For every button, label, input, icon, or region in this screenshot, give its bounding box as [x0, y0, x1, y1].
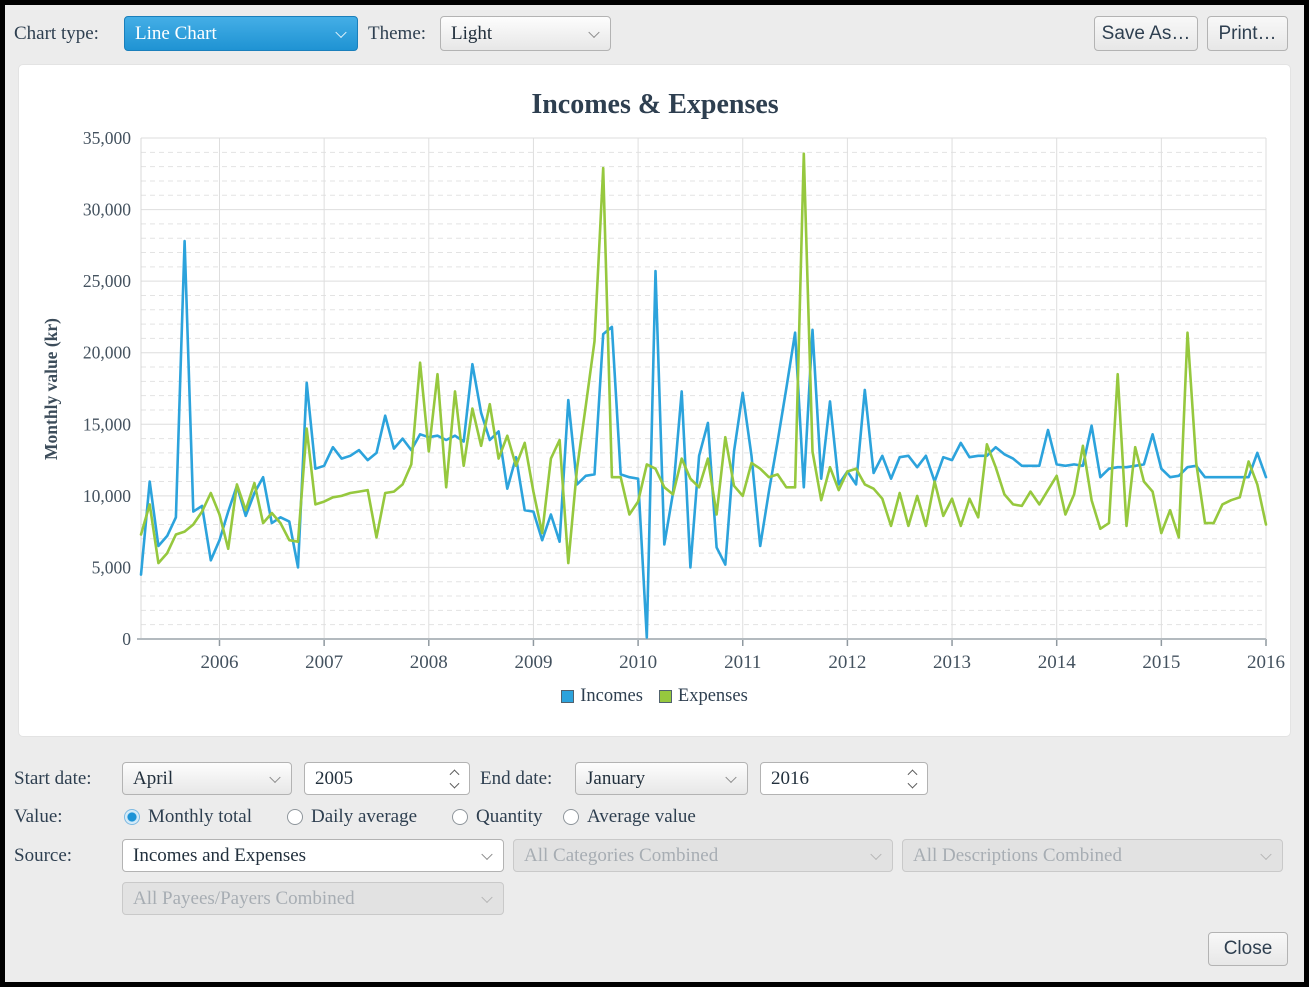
chevron-down-icon: [725, 771, 736, 782]
end-year-value: 2016: [771, 768, 809, 790]
radio-label: Quantity: [476, 806, 543, 828]
spinner-icon[interactable]: [451, 769, 458, 788]
end-month-select[interactable]: January: [575, 762, 748, 795]
y-axis-title: Monthly value (kr): [41, 318, 61, 460]
radio-daily-average[interactable]: Daily average: [287, 804, 417, 830]
chevron-down-icon: [335, 26, 346, 37]
start-month-value: April: [133, 768, 173, 790]
radio-monthly-total[interactable]: Monthly total: [124, 804, 252, 830]
start-year-value: 2005: [315, 768, 353, 790]
radio-unselected-icon: [563, 809, 579, 825]
svg-text:35,000: 35,000: [83, 128, 131, 148]
description-value: All Descriptions Combined: [913, 845, 1122, 867]
close-button[interactable]: Close: [1208, 932, 1288, 966]
radio-label: Daily average: [311, 806, 417, 828]
start-date-label: Start date:: [14, 762, 92, 795]
end-month-value: January: [586, 768, 645, 790]
start-year-input[interactable]: 2005: [304, 762, 470, 795]
chart-type-label: Chart type:: [14, 16, 99, 51]
incomes-swatch-icon: [561, 690, 574, 703]
theme-label: Theme:: [368, 16, 426, 51]
value-label: Value:: [14, 804, 63, 830]
svg-text:10,000: 10,000: [83, 486, 131, 506]
svg-text:25,000: 25,000: [83, 271, 131, 291]
legend-item-expenses: Expenses: [659, 686, 748, 707]
source-select[interactable]: Incomes and Expenses: [122, 839, 504, 872]
radio-label: Monthly total: [148, 806, 252, 828]
chevron-down-icon: [269, 771, 280, 782]
chevron-down-icon: [481, 891, 492, 902]
svg-text:2010: 2010: [619, 652, 657, 673]
svg-text:2013: 2013: [933, 652, 971, 673]
chart-panel: Incomes & Expenses Monthly value (kr) 20…: [18, 64, 1291, 737]
source-label: Source:: [14, 839, 72, 872]
chart-title: Incomes & Expenses: [531, 89, 778, 120]
legend-label-incomes: Incomes: [580, 686, 643, 707]
svg-text:15,000: 15,000: [83, 414, 131, 434]
radio-label: Average value: [587, 806, 696, 828]
radio-selected-icon: [124, 809, 140, 825]
chart-type-select[interactable]: Line Chart: [124, 16, 358, 51]
svg-text:2009: 2009: [514, 652, 552, 673]
theme-value: Light: [451, 23, 492, 45]
category-select: All Categories Combined: [513, 839, 893, 872]
svg-text:20,000: 20,000: [83, 343, 131, 363]
chart-type-value: Line Chart: [135, 23, 217, 45]
chevron-down-icon: [1260, 848, 1271, 859]
print-button[interactable]: Print…: [1207, 16, 1288, 51]
radio-unselected-icon: [452, 809, 468, 825]
svg-text:5,000: 5,000: [92, 557, 132, 577]
expenses-swatch-icon: [659, 690, 672, 703]
radio-unselected-icon: [287, 809, 303, 825]
end-year-input[interactable]: 2016: [760, 762, 928, 795]
svg-text:2012: 2012: [828, 652, 866, 673]
line-chart: Incomes & Expenses Monthly value (kr) 20…: [19, 65, 1292, 738]
svg-text:2016: 2016: [1247, 652, 1285, 673]
svg-text:2015: 2015: [1142, 652, 1180, 673]
radio-average-value[interactable]: Average value: [563, 804, 696, 830]
chart-dialog: Chart type: Line Chart Theme: Light Save…: [5, 5, 1304, 982]
spinner-icon[interactable]: [909, 769, 916, 788]
end-date-label: End date:: [480, 762, 552, 795]
svg-text:2007: 2007: [305, 652, 343, 673]
chevron-down-icon: [588, 26, 599, 37]
payee-value: All Payees/Payers Combined: [133, 888, 355, 910]
svg-text:2008: 2008: [410, 652, 448, 673]
radio-quantity[interactable]: Quantity: [452, 804, 543, 830]
chart-legend: Incomes Expenses: [19, 683, 1290, 709]
payee-select: All Payees/Payers Combined: [122, 882, 504, 915]
source-value: Incomes and Expenses: [133, 845, 306, 867]
svg-text:2011: 2011: [724, 652, 761, 673]
svg-text:2006: 2006: [200, 652, 238, 673]
category-value: All Categories Combined: [524, 845, 718, 867]
svg-text:2014: 2014: [1038, 652, 1077, 673]
svg-text:30,000: 30,000: [83, 200, 131, 220]
chevron-down-icon: [481, 848, 492, 859]
chevron-down-icon: [870, 848, 881, 859]
start-month-select[interactable]: April: [122, 762, 292, 795]
legend-label-expenses: Expenses: [678, 686, 748, 707]
description-select: All Descriptions Combined: [902, 839, 1283, 872]
svg-text:0: 0: [122, 629, 131, 649]
legend-item-incomes: Incomes: [561, 686, 643, 707]
theme-select[interactable]: Light: [440, 16, 611, 51]
save-as-button[interactable]: Save As…: [1094, 16, 1198, 51]
